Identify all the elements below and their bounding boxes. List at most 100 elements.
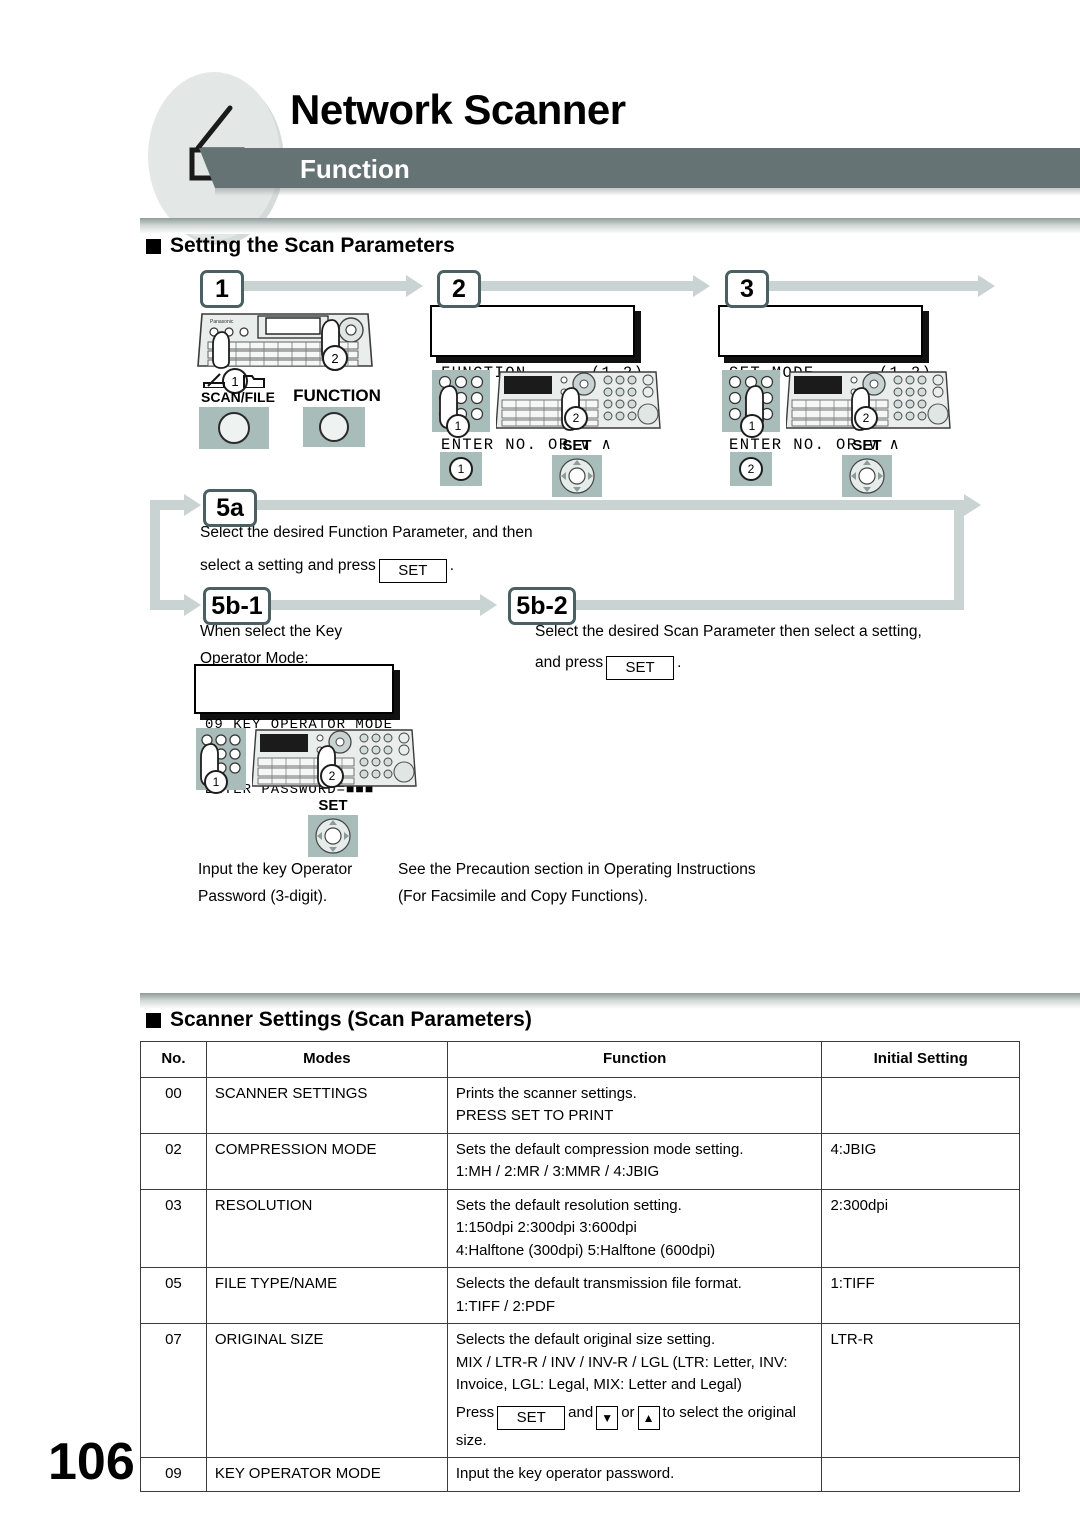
flow-arrow-3-out-head [978, 275, 995, 297]
step5b2-line2-pre: and press [535, 654, 604, 672]
row-function: Sets the default resolution setting. 1:1… [446, 1188, 823, 1268]
row-no: 00 [140, 1076, 207, 1134]
step-badge-1-label: 1 [215, 274, 229, 303]
flow-arrow-3-out [763, 281, 978, 291]
lcd-display-step5b1: 09 KEY OPERATOR MODE ENTER PASSWORD=■■■ [194, 664, 394, 798]
step-badge-3-label: 3 [740, 274, 754, 303]
step5b2-line2-post: . [677, 654, 682, 672]
step5b2-footnote-line2: (For Facsimile and Copy Functions). [398, 888, 648, 906]
scanner-settings-table: No. Modes Function Initial Setting 00 SC… [140, 1041, 1020, 1492]
step-badge-5b1: 5b-1 [203, 587, 271, 625]
step5b2-line1: Select the desired Scan Parameter then s… [535, 623, 922, 640]
post-label: to select the original [662, 1403, 796, 1421]
step5a-text: Select the desired Function Parameter, a… [200, 519, 840, 584]
set-navigation-key-step5b1[interactable] [308, 815, 358, 857]
row-mode: FILE TYPE/NAME [205, 1267, 448, 1324]
flow-return-vertical [954, 500, 964, 600]
step-badge-5b2-label: 5b-2 [516, 591, 568, 620]
lcd-display-step2: FUNCTION (1-2) ENTER NO. OR ∨ ∧ [430, 305, 643, 454]
step5b2-set-button[interactable]: SET [606, 656, 675, 681]
row-set-button[interactable]: SET [497, 1405, 566, 1430]
scanfile-key[interactable] [199, 407, 269, 449]
and-label: and [568, 1403, 594, 1421]
flow-connector-to-5b1-head [184, 594, 201, 616]
row-no: 05 [140, 1267, 207, 1324]
section-bar-label: Function [300, 154, 410, 184]
section-band-table [140, 993, 1080, 1009]
row-mode: COMPRESSION MODE [205, 1132, 448, 1190]
flow-arrow-5a-out [251, 500, 964, 510]
step5b1-footnote-line2: Password (3-digit). [198, 888, 328, 906]
row-function-press-line: Press SET and ▼ or ▲ to select the original [456, 1402, 814, 1430]
bullet-square-icon [146, 238, 161, 254]
step3-set-caption: SET [852, 437, 882, 454]
flow-arrow-5b1-to-5b2-head [480, 594, 497, 616]
step3-keypad-digit-key[interactable]: 2 [730, 452, 772, 486]
table-header-no: No. [140, 1041, 207, 1078]
step5b1-footnote-line1: Input the key Operator [198, 861, 353, 878]
row-function: Input the key operator password. [446, 1457, 823, 1492]
scanfile-glyph-icons [200, 372, 276, 393]
row-initial: LTR-R [821, 1322, 1020, 1459]
page-title: Network Scanner [290, 86, 626, 133]
section-heading-procedure-label: Setting the Scan Parameters [170, 234, 455, 257]
section-heading-table: Scanner Settings (Scan Parameters) [146, 1008, 532, 1032]
row-no: 03 [140, 1188, 207, 1268]
device-panel-illustration-1: Panasonic [196, 310, 376, 372]
arrow-up-icon[interactable]: ▲ [637, 1405, 660, 1430]
set-navigation-key-step2[interactable] [552, 455, 602, 497]
function-key[interactable] [303, 407, 365, 447]
step3-marker-2: 2 [854, 406, 878, 430]
step5b1-set-caption: SET [318, 797, 348, 814]
page-header: Network Scanner Function [0, 60, 1080, 240]
step-badge-2: 2 [437, 270, 481, 308]
section-bar-shadow [215, 188, 1080, 196]
step5a-line2-pre: select a setting and press [200, 557, 376, 575]
table-header-row: No. Modes Function Initial Setting [140, 1041, 1020, 1078]
row-function-line: Sets the default compression mode settin… [455, 1140, 744, 1158]
step5a-line1: Select the desired Function Parameter, a… [200, 524, 533, 541]
step5b2-text: Select the desired Scan Parameter then s… [535, 618, 1005, 681]
arrow-down-icon[interactable]: ▼ [596, 1405, 619, 1430]
flow-arrow-2-to-3-head [693, 275, 710, 297]
row-function: Prints the scanner settings. PRESS SET T… [446, 1076, 823, 1134]
step2-marker-1: 1 [446, 414, 470, 438]
row-no: 07 [140, 1322, 207, 1459]
step5b1-footnote: Input the key Operator Password (3-digit… [198, 856, 418, 910]
row-no: 09 [140, 1457, 207, 1492]
row-function-line: PRESS SET TO PRINT [455, 1107, 614, 1124]
flow-connector-vertical [150, 500, 160, 610]
table-row: 00 SCANNER SETTINGS Prints the scanner s… [140, 1076, 1020, 1134]
flow-connector-to-5a [150, 500, 184, 510]
step5a-set-button[interactable]: SET [378, 559, 447, 584]
step1-marker-2: 2 [322, 345, 348, 371]
step5b2-footnote: See the Precaution section in Operating … [398, 856, 918, 910]
flow-arrow-1-to-2-head [406, 275, 423, 297]
section-heading-table-label: Scanner Settings (Scan Parameters) [170, 1008, 532, 1031]
row-initial: 1:TIFF [821, 1267, 1020, 1324]
row-initial [821, 1076, 1020, 1134]
press-label: Press [455, 1403, 495, 1421]
row-function-line: size. [455, 1431, 487, 1449]
table-header-initial: Initial Setting [821, 1041, 1020, 1078]
table-row: 03 RESOLUTION Sets the default resolutio… [140, 1188, 1020, 1268]
step2-marker-2: 2 [564, 406, 588, 430]
flow-return-horizontal [590, 600, 964, 610]
step-badge-5a: 5a [203, 489, 257, 527]
flow-connector-to-5b1 [150, 600, 184, 610]
table-header-modes: Modes [205, 1041, 448, 1078]
row-function-line: Sets the default resolution setting. [455, 1196, 682, 1214]
step2-keypad-digit-key[interactable]: 1 [440, 452, 482, 486]
row-mode: SCANNER SETTINGS [205, 1076, 448, 1134]
step5a-line2-post: . [449, 557, 455, 575]
set-navigation-key-step3[interactable] [842, 455, 892, 497]
row-function-line: 1:TIFF / 2:PDF [455, 1297, 556, 1315]
step-badge-5b1-label: 5b-1 [211, 591, 263, 620]
lcd-display-step3: SET MODE (1-2) ENTER NO. OR ∨ ∧ [718, 305, 931, 454]
row-mode: ORIGINAL SIZE [205, 1322, 448, 1459]
row-function-line: 4:Halftone (300dpi) 5:Halftone (600dpi) [455, 1241, 716, 1259]
step3-marker-1: 1 [740, 414, 764, 438]
step5b2-line2: and press SET. [535, 649, 1005, 681]
flow-arrow-5a-out-head [964, 494, 981, 516]
flow-connector-to-5a-head [184, 494, 201, 516]
